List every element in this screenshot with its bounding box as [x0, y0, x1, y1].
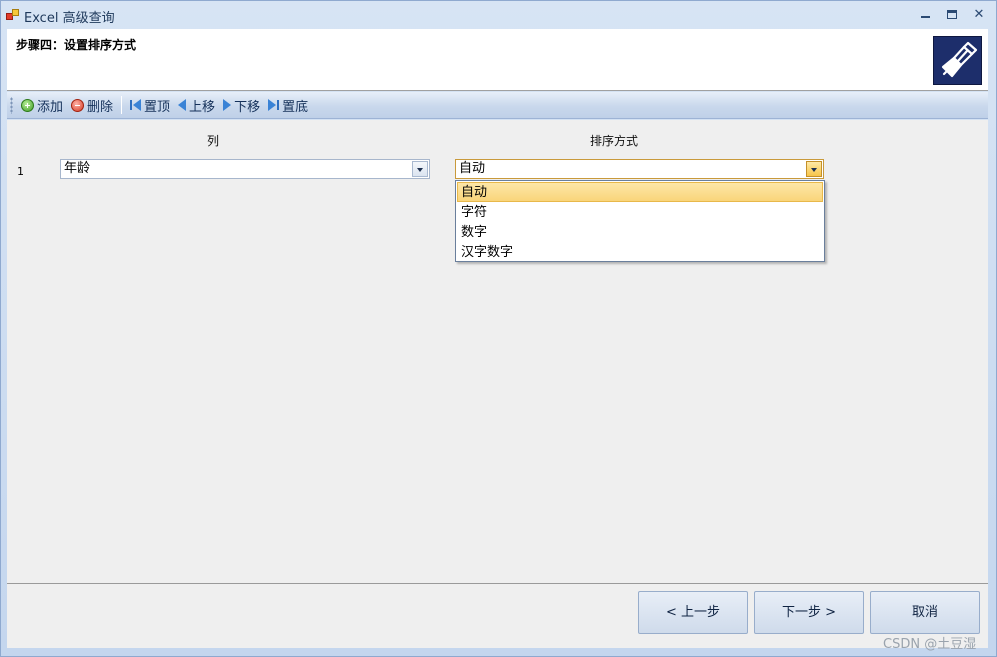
dropdown-option-auto[interactable]: 自动	[457, 182, 823, 202]
step-title: 步骤四：设置排序方式	[16, 38, 137, 52]
add-icon	[21, 98, 34, 112]
move-bottom-label: 置底	[282, 99, 309, 115]
sort-dropdown-list: 自动 字符 数字 汉字数字	[455, 180, 825, 262]
title-bar: Excel 高级查询 ✕	[1, 1, 996, 29]
sort-select[interactable]: 自动	[455, 159, 824, 179]
dropdown-option-char[interactable]: 字符	[457, 202, 823, 222]
add-label: 添加	[37, 99, 64, 115]
toolbar-grip[interactable]	[10, 96, 13, 114]
move-top-label: 置顶	[144, 99, 171, 115]
arrow-left-icon	[178, 99, 187, 111]
chevron-down-icon	[417, 168, 423, 172]
column-select[interactable]: 年龄	[60, 159, 430, 179]
last-icon	[268, 99, 280, 111]
next-button[interactable]: 下一步 >	[754, 591, 864, 634]
watermark: CSDN @土豆湿	[883, 637, 977, 652]
column-select-value: 年龄	[64, 161, 91, 176]
sort-select-value: 自动	[459, 161, 486, 176]
close-icon: ✕	[973, 7, 985, 22]
minimize-button[interactable]	[915, 6, 935, 24]
dropdown-option-chinese-number[interactable]: 汉字数字	[457, 242, 823, 262]
column-header-sort: 排序方式	[590, 134, 639, 148]
move-up-button[interactable]: 上移	[174, 94, 219, 116]
dropdown-option-number[interactable]: 数字	[457, 222, 823, 242]
delete-label: 删除	[87, 99, 114, 115]
move-down-label: 下移	[234, 99, 261, 115]
row-number: 1	[17, 165, 24, 178]
window-title: Excel 高级查询	[24, 11, 115, 26]
delete-button[interactable]: 删除	[67, 94, 117, 116]
maximize-button[interactable]	[942, 6, 962, 24]
sort-select-dropdown-button[interactable]	[806, 161, 822, 177]
previous-button[interactable]: < 上一步	[638, 591, 748, 634]
chevron-down-icon	[811, 168, 817, 172]
column-select-dropdown-button[interactable]	[412, 161, 428, 177]
move-up-label: 上移	[189, 99, 216, 115]
arrow-right-icon	[223, 99, 232, 111]
add-button[interactable]: 添加	[17, 94, 67, 116]
wizard-logo-icon	[933, 36, 982, 85]
wizard-footer: < 上一步 下一步 > 取消	[7, 584, 988, 648]
maximize-icon	[947, 10, 957, 19]
toolbar-separator	[121, 96, 123, 114]
move-down-button[interactable]: 下移	[219, 94, 264, 116]
wizard-header: 步骤四：设置排序方式	[7, 29, 988, 91]
toolbar: 添加 删除 置顶 上移 下移 置底	[7, 92, 988, 119]
move-bottom-button[interactable]: 置底	[264, 94, 312, 116]
app-icon	[6, 8, 20, 22]
first-icon	[130, 99, 142, 111]
app-window: Excel 高级查询 ✕ 步骤四：设置排序方式 添加 删除 置顶 上移 下移 置…	[0, 0, 997, 657]
move-top-button[interactable]: 置顶	[126, 94, 174, 116]
cancel-button[interactable]: 取消	[870, 591, 980, 634]
close-button[interactable]: ✕	[969, 6, 989, 24]
minimize-icon	[921, 16, 930, 18]
sort-grid: 列 排序方式 1 年龄 自动 自动 字符 数字 汉字数字	[7, 120, 988, 583]
delete-icon	[71, 98, 85, 112]
column-header-column: 列	[207, 134, 220, 148]
